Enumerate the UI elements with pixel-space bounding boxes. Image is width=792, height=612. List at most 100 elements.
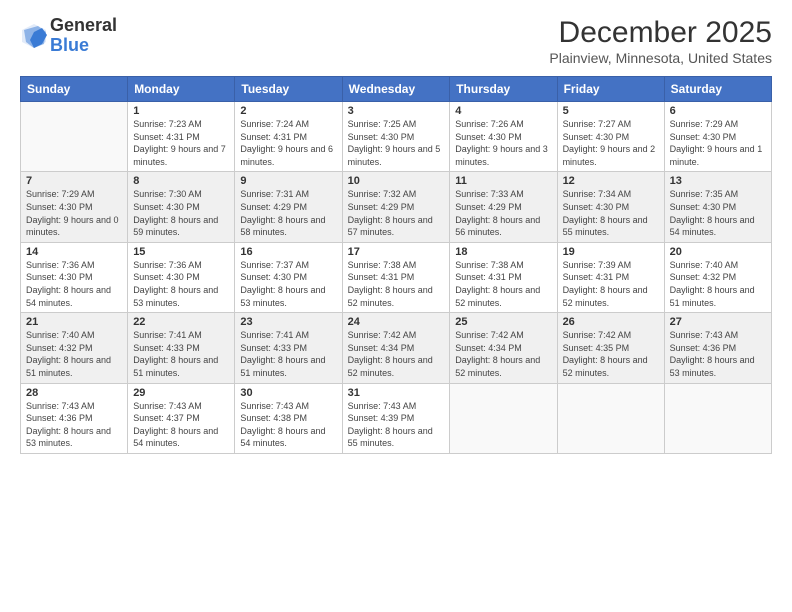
month-title: December 2025 [549, 16, 772, 50]
calendar-day-cell: 3Sunrise: 7:25 AMSunset: 4:30 PMDaylight… [342, 102, 450, 172]
calendar-page: General Blue December 2025 Plainview, Mi… [0, 0, 792, 612]
calendar-day-cell: 29Sunrise: 7:43 AMSunset: 4:37 PMDayligh… [128, 383, 235, 453]
day-number: 20 [670, 246, 766, 258]
day-info: Sunrise: 7:32 AMSunset: 4:29 PMDaylight:… [348, 188, 445, 238]
day-number: 21 [26, 316, 122, 328]
day-number: 11 [455, 175, 551, 187]
day-number: 29 [133, 387, 229, 399]
day-number: 10 [348, 175, 445, 187]
day-info: Sunrise: 7:35 AMSunset: 4:30 PMDaylight:… [670, 188, 766, 238]
day-info: Sunrise: 7:42 AMSunset: 4:34 PMDaylight:… [348, 329, 445, 379]
calendar-day-cell: 7Sunrise: 7:29 AMSunset: 4:30 PMDaylight… [21, 172, 128, 242]
calendar-weekday-header: Friday [557, 77, 664, 102]
calendar-day-cell: 17Sunrise: 7:38 AMSunset: 4:31 PMDayligh… [342, 242, 450, 312]
day-number: 23 [240, 316, 336, 328]
day-info: Sunrise: 7:40 AMSunset: 4:32 PMDaylight:… [26, 329, 122, 379]
logo-icon [20, 22, 48, 50]
calendar-week-row: 1Sunrise: 7:23 AMSunset: 4:31 PMDaylight… [21, 102, 772, 172]
day-number: 25 [455, 316, 551, 328]
calendar-day-cell: 12Sunrise: 7:34 AMSunset: 4:30 PMDayligh… [557, 172, 664, 242]
day-info: Sunrise: 7:24 AMSunset: 4:31 PMDaylight:… [240, 118, 336, 168]
calendar-week-row: 7Sunrise: 7:29 AMSunset: 4:30 PMDaylight… [21, 172, 772, 242]
calendar-day-cell: 21Sunrise: 7:40 AMSunset: 4:32 PMDayligh… [21, 313, 128, 383]
day-info: Sunrise: 7:43 AMSunset: 4:36 PMDaylight:… [670, 329, 766, 379]
day-number: 4 [455, 105, 551, 117]
calendar-day-cell: 4Sunrise: 7:26 AMSunset: 4:30 PMDaylight… [450, 102, 557, 172]
day-info: Sunrise: 7:34 AMSunset: 4:30 PMDaylight:… [563, 188, 659, 238]
day-info: Sunrise: 7:29 AMSunset: 4:30 PMDaylight:… [26, 188, 122, 238]
day-info: Sunrise: 7:43 AMSunset: 4:39 PMDaylight:… [348, 400, 445, 450]
day-info: Sunrise: 7:29 AMSunset: 4:30 PMDaylight:… [670, 118, 766, 168]
calendar-day-cell: 22Sunrise: 7:41 AMSunset: 4:33 PMDayligh… [128, 313, 235, 383]
calendar-day-cell: 25Sunrise: 7:42 AMSunset: 4:34 PMDayligh… [450, 313, 557, 383]
day-number: 16 [240, 246, 336, 258]
day-info: Sunrise: 7:39 AMSunset: 4:31 PMDaylight:… [563, 259, 659, 309]
day-number: 19 [563, 246, 659, 258]
day-info: Sunrise: 7:43 AMSunset: 4:38 PMDaylight:… [240, 400, 336, 450]
calendar-day-cell [21, 102, 128, 172]
day-info: Sunrise: 7:42 AMSunset: 4:34 PMDaylight:… [455, 329, 551, 379]
day-number: 30 [240, 387, 336, 399]
logo-blue-text: Blue [50, 36, 117, 56]
calendar-header-row: SundayMondayTuesdayWednesdayThursdayFrid… [21, 77, 772, 102]
calendar-day-cell [450, 383, 557, 453]
calendar-day-cell: 10Sunrise: 7:32 AMSunset: 4:29 PMDayligh… [342, 172, 450, 242]
day-info: Sunrise: 7:33 AMSunset: 4:29 PMDaylight:… [455, 188, 551, 238]
calendar-day-cell: 8Sunrise: 7:30 AMSunset: 4:30 PMDaylight… [128, 172, 235, 242]
calendar-day-cell: 24Sunrise: 7:42 AMSunset: 4:34 PMDayligh… [342, 313, 450, 383]
day-info: Sunrise: 7:43 AMSunset: 4:37 PMDaylight:… [133, 400, 229, 450]
calendar-week-row: 21Sunrise: 7:40 AMSunset: 4:32 PMDayligh… [21, 313, 772, 383]
calendar-day-cell: 16Sunrise: 7:37 AMSunset: 4:30 PMDayligh… [235, 242, 342, 312]
day-number: 8 [133, 175, 229, 187]
day-number: 2 [240, 105, 336, 117]
calendar-day-cell: 11Sunrise: 7:33 AMSunset: 4:29 PMDayligh… [450, 172, 557, 242]
day-number: 3 [348, 105, 445, 117]
calendar-day-cell: 18Sunrise: 7:38 AMSunset: 4:31 PMDayligh… [450, 242, 557, 312]
day-info: Sunrise: 7:41 AMSunset: 4:33 PMDaylight:… [133, 329, 229, 379]
day-info: Sunrise: 7:23 AMSunset: 4:31 PMDaylight:… [133, 118, 229, 168]
day-number: 31 [348, 387, 445, 399]
calendar-day-cell: 5Sunrise: 7:27 AMSunset: 4:30 PMDaylight… [557, 102, 664, 172]
day-info: Sunrise: 7:25 AMSunset: 4:30 PMDaylight:… [348, 118, 445, 168]
day-info: Sunrise: 7:42 AMSunset: 4:35 PMDaylight:… [563, 329, 659, 379]
calendar-day-cell: 19Sunrise: 7:39 AMSunset: 4:31 PMDayligh… [557, 242, 664, 312]
calendar-week-row: 14Sunrise: 7:36 AMSunset: 4:30 PMDayligh… [21, 242, 772, 312]
calendar-weekday-header: Monday [128, 77, 235, 102]
day-number: 26 [563, 316, 659, 328]
day-number: 6 [670, 105, 766, 117]
day-number: 28 [26, 387, 122, 399]
calendar-day-cell: 1Sunrise: 7:23 AMSunset: 4:31 PMDaylight… [128, 102, 235, 172]
day-info: Sunrise: 7:37 AMSunset: 4:30 PMDaylight:… [240, 259, 336, 309]
calendar-table: SundayMondayTuesdayWednesdayThursdayFrid… [20, 76, 772, 454]
title-section: December 2025 Plainview, Minnesota, Unit… [549, 16, 772, 66]
day-info: Sunrise: 7:41 AMSunset: 4:33 PMDaylight:… [240, 329, 336, 379]
day-info: Sunrise: 7:36 AMSunset: 4:30 PMDaylight:… [26, 259, 122, 309]
logo: General Blue [20, 16, 117, 56]
day-number: 17 [348, 246, 445, 258]
calendar-day-cell: 14Sunrise: 7:36 AMSunset: 4:30 PMDayligh… [21, 242, 128, 312]
calendar-day-cell: 23Sunrise: 7:41 AMSunset: 4:33 PMDayligh… [235, 313, 342, 383]
calendar-weekday-header: Thursday [450, 77, 557, 102]
calendar-weekday-header: Tuesday [235, 77, 342, 102]
calendar-day-cell: 9Sunrise: 7:31 AMSunset: 4:29 PMDaylight… [235, 172, 342, 242]
day-number: 24 [348, 316, 445, 328]
calendar-week-row: 28Sunrise: 7:43 AMSunset: 4:36 PMDayligh… [21, 383, 772, 453]
calendar-day-cell: 6Sunrise: 7:29 AMSunset: 4:30 PMDaylight… [664, 102, 771, 172]
calendar-weekday-header: Saturday [664, 77, 771, 102]
day-info: Sunrise: 7:36 AMSunset: 4:30 PMDaylight:… [133, 259, 229, 309]
day-number: 9 [240, 175, 336, 187]
day-info: Sunrise: 7:38 AMSunset: 4:31 PMDaylight:… [348, 259, 445, 309]
logo-text: General Blue [50, 16, 117, 56]
day-info: Sunrise: 7:26 AMSunset: 4:30 PMDaylight:… [455, 118, 551, 168]
day-number: 1 [133, 105, 229, 117]
calendar-weekday-header: Sunday [21, 77, 128, 102]
calendar-day-cell: 30Sunrise: 7:43 AMSunset: 4:38 PMDayligh… [235, 383, 342, 453]
calendar-day-cell: 28Sunrise: 7:43 AMSunset: 4:36 PMDayligh… [21, 383, 128, 453]
day-number: 14 [26, 246, 122, 258]
calendar-day-cell: 27Sunrise: 7:43 AMSunset: 4:36 PMDayligh… [664, 313, 771, 383]
day-number: 5 [563, 105, 659, 117]
day-info: Sunrise: 7:40 AMSunset: 4:32 PMDaylight:… [670, 259, 766, 309]
calendar-day-cell: 31Sunrise: 7:43 AMSunset: 4:39 PMDayligh… [342, 383, 450, 453]
day-info: Sunrise: 7:38 AMSunset: 4:31 PMDaylight:… [455, 259, 551, 309]
calendar-day-cell: 26Sunrise: 7:42 AMSunset: 4:35 PMDayligh… [557, 313, 664, 383]
